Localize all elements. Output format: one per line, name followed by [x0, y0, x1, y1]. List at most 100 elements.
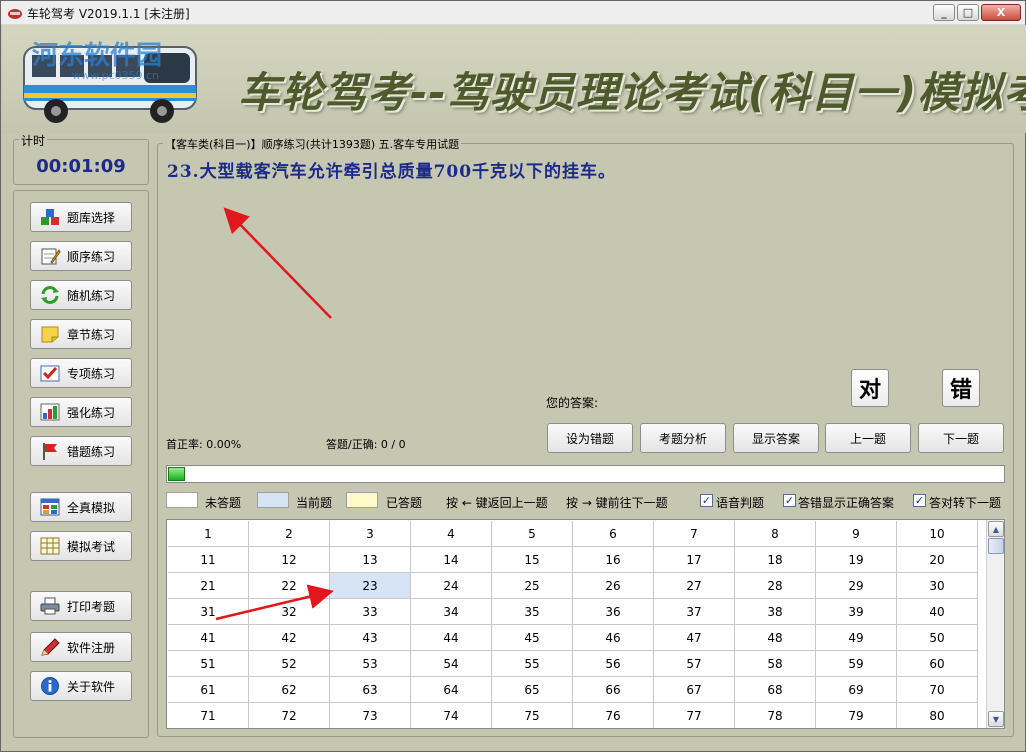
question-number-cell[interactable]: 67: [654, 677, 735, 703]
question-number-cell[interactable]: 41: [168, 625, 249, 651]
question-number-cell[interactable]: 4: [411, 521, 492, 547]
question-number-cell[interactable]: 79: [816, 703, 897, 728]
question-number-cell[interactable]: 25: [492, 573, 573, 599]
question-number-cell[interactable]: 14: [411, 547, 492, 573]
question-number-cell[interactable]: 5: [492, 521, 573, 547]
show-answer-button[interactable]: 显示答案: [733, 423, 819, 453]
question-number-cell[interactable]: 36: [573, 599, 654, 625]
next-question-button[interactable]: 下一题: [918, 423, 1004, 453]
question-number-cell[interactable]: 61: [168, 677, 249, 703]
sidebar-item-random[interactable]: 随机练习: [30, 280, 132, 310]
question-number-cell[interactable]: 3: [330, 521, 411, 547]
question-number-cell[interactable]: 73: [330, 703, 411, 728]
question-number-cell[interactable]: 23: [330, 573, 411, 599]
question-number-cell[interactable]: 17: [654, 547, 735, 573]
question-number-cell[interactable]: 7: [654, 521, 735, 547]
question-number-cell[interactable]: 51: [168, 651, 249, 677]
question-number-cell[interactable]: 69: [816, 677, 897, 703]
question-number-cell[interactable]: 11: [168, 547, 249, 573]
question-number-cell[interactable]: 63: [330, 677, 411, 703]
scroll-down-icon[interactable]: ▼: [988, 711, 1004, 727]
true-answer-button[interactable]: 对: [851, 369, 889, 407]
question-number-cell[interactable]: 50: [897, 625, 978, 651]
question-number-cell[interactable]: 38: [735, 599, 816, 625]
question-number-cell[interactable]: 71: [168, 703, 249, 728]
question-number-cell[interactable]: 78: [735, 703, 816, 728]
question-number-cell[interactable]: 80: [897, 703, 978, 728]
question-number-cell[interactable]: 12: [249, 547, 330, 573]
question-number-cell[interactable]: 59: [816, 651, 897, 677]
prev-question-button[interactable]: 上一题: [825, 423, 911, 453]
question-number-cell[interactable]: 55: [492, 651, 573, 677]
sidebar-item-question-bank[interactable]: 题库选择: [30, 202, 132, 232]
question-number-cell[interactable]: 37: [654, 599, 735, 625]
scroll-thumb[interactable]: [988, 538, 1004, 554]
question-number-cell[interactable]: 29: [816, 573, 897, 599]
question-number-cell[interactable]: 64: [411, 677, 492, 703]
question-number-cell[interactable]: 26: [573, 573, 654, 599]
question-number-cell[interactable]: 56: [573, 651, 654, 677]
question-number-cell[interactable]: 32: [249, 599, 330, 625]
question-number-cell[interactable]: 52: [249, 651, 330, 677]
question-number-cell[interactable]: 27: [654, 573, 735, 599]
sidebar-item-print[interactable]: 打印考题: [30, 591, 132, 621]
question-number-cell[interactable]: 30: [897, 573, 978, 599]
minimize-button[interactable]: _: [933, 4, 955, 21]
question-number-cell[interactable]: 2: [249, 521, 330, 547]
sidebar-item-mock-exam[interactable]: 模拟考试: [30, 531, 132, 561]
question-number-cell[interactable]: 34: [411, 599, 492, 625]
sidebar-item-special[interactable]: 专项练习: [30, 358, 132, 388]
sidebar-item-wrong[interactable]: 错题练习: [30, 436, 132, 466]
show-correct-checkbox[interactable]: ✓: [783, 494, 796, 507]
question-number-cell[interactable]: 54: [411, 651, 492, 677]
question-number-cell[interactable]: 74: [411, 703, 492, 728]
question-number-cell[interactable]: 47: [654, 625, 735, 651]
question-number-cell[interactable]: 77: [654, 703, 735, 728]
question-number-cell[interactable]: 53: [330, 651, 411, 677]
question-number-cell[interactable]: 58: [735, 651, 816, 677]
analysis-button[interactable]: 考题分析: [640, 423, 726, 453]
question-number-cell[interactable]: 15: [492, 547, 573, 573]
question-number-cell[interactable]: 21: [168, 573, 249, 599]
question-number-cell[interactable]: 31: [168, 599, 249, 625]
question-number-cell[interactable]: 45: [492, 625, 573, 651]
question-number-cell[interactable]: 44: [411, 625, 492, 651]
auto-next-checkbox[interactable]: ✓: [913, 494, 926, 507]
question-number-cell[interactable]: 16: [573, 547, 654, 573]
false-answer-button[interactable]: 错: [942, 369, 980, 407]
question-number-cell[interactable]: 42: [249, 625, 330, 651]
question-number-cell[interactable]: 1: [168, 521, 249, 547]
question-number-cell[interactable]: 40: [897, 599, 978, 625]
question-number-cell[interactable]: 60: [897, 651, 978, 677]
question-number-cell[interactable]: 13: [330, 547, 411, 573]
scroll-up-icon[interactable]: ▲: [988, 521, 1004, 537]
sidebar-item-register[interactable]: 软件注册: [30, 632, 132, 662]
question-number-cell[interactable]: 48: [735, 625, 816, 651]
question-number-cell[interactable]: 39: [816, 599, 897, 625]
mark-wrong-button[interactable]: 设为错题: [547, 423, 633, 453]
grid-scrollbar[interactable]: ▲ ▼: [986, 520, 1004, 728]
question-number-cell[interactable]: 57: [654, 651, 735, 677]
question-number-cell[interactable]: 24: [411, 573, 492, 599]
question-number-cell[interactable]: 8: [735, 521, 816, 547]
voice-checkbox[interactable]: ✓: [700, 494, 713, 507]
maximize-button[interactable]: □: [957, 4, 979, 21]
question-number-cell[interactable]: 19: [816, 547, 897, 573]
question-number-cell[interactable]: 9: [816, 521, 897, 547]
question-number-cell[interactable]: 68: [735, 677, 816, 703]
question-number-cell[interactable]: 72: [249, 703, 330, 728]
question-number-cell[interactable]: 66: [573, 677, 654, 703]
question-number-cell[interactable]: 6: [573, 521, 654, 547]
sidebar-item-about[interactable]: 关于软件: [30, 671, 132, 701]
question-number-cell[interactable]: 70: [897, 677, 978, 703]
question-number-cell[interactable]: 20: [897, 547, 978, 573]
question-number-cell[interactable]: 22: [249, 573, 330, 599]
close-button[interactable]: X: [981, 4, 1021, 21]
sidebar-item-chapter[interactable]: 章节练习: [30, 319, 132, 349]
question-number-cell[interactable]: 35: [492, 599, 573, 625]
question-number-cell[interactable]: 28: [735, 573, 816, 599]
question-number-cell[interactable]: 33: [330, 599, 411, 625]
sidebar-item-sequential[interactable]: 顺序练习: [30, 241, 132, 271]
question-number-cell[interactable]: 49: [816, 625, 897, 651]
question-number-cell[interactable]: 46: [573, 625, 654, 651]
